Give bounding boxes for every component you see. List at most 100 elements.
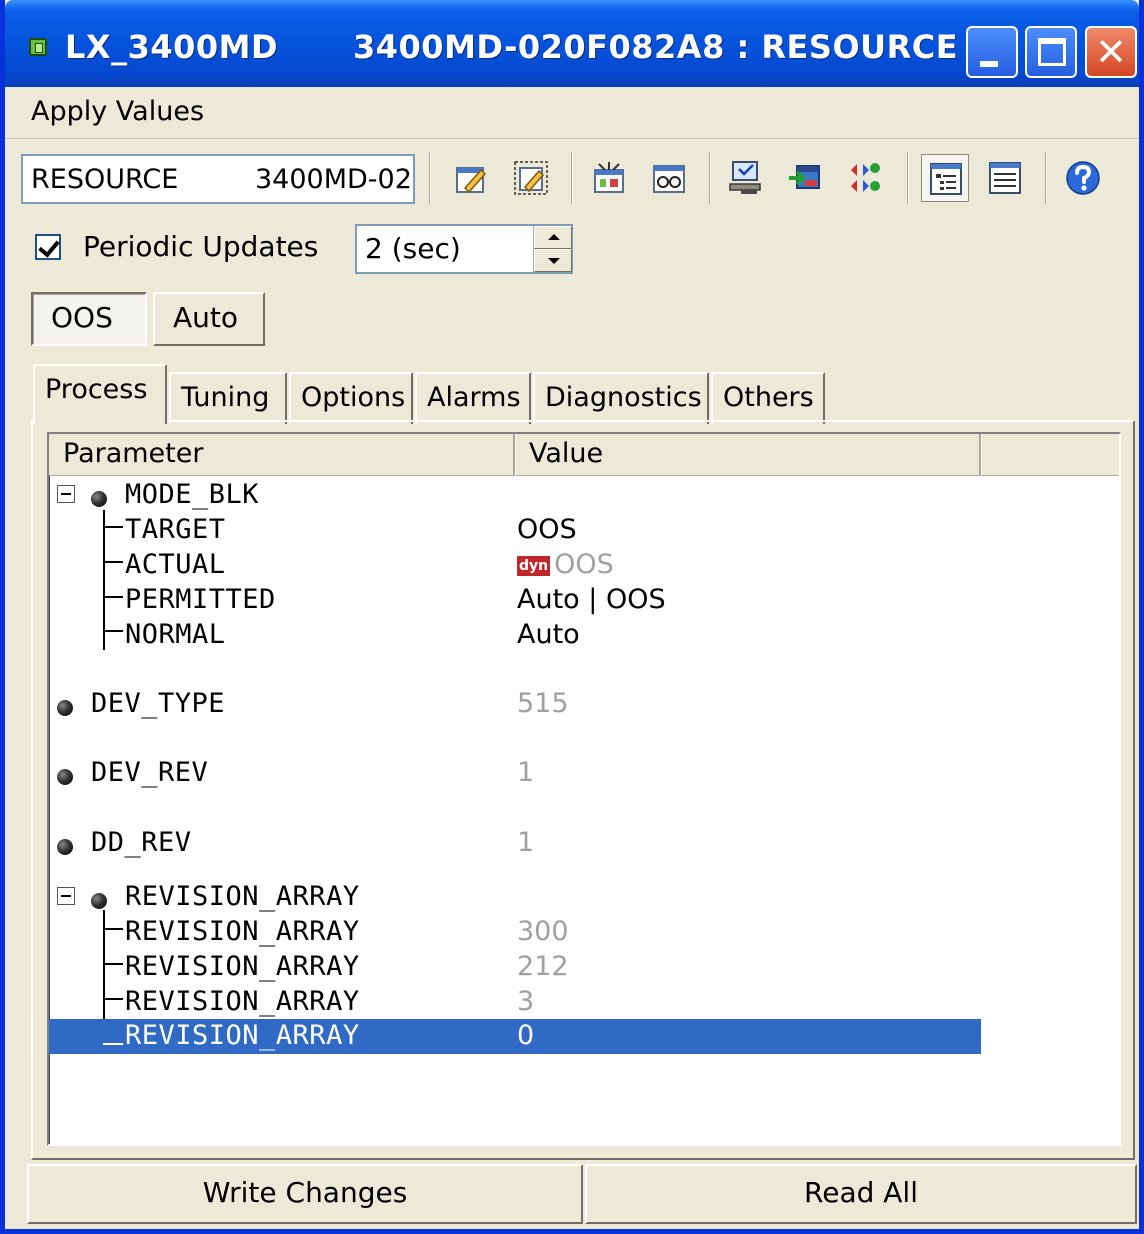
- tab-process[interactable]: Process: [33, 364, 167, 424]
- parameter-value: 212: [517, 951, 569, 982]
- collapse-icon[interactable]: [57, 887, 75, 905]
- tree-row-dev-type[interactable]: DEV_TYPE 515: [49, 687, 981, 722]
- parameter-bullet-icon: [57, 700, 73, 716]
- process-tab-panel: Parameter Value MODE_BLK TARGET OOS ACTU…: [31, 420, 1135, 1160]
- close-icon: ✕: [1095, 30, 1127, 74]
- edit-selected-button[interactable]: [507, 154, 555, 202]
- tab-options[interactable]: Options: [289, 372, 413, 424]
- tree-row-revision-array-4-selected[interactable]: REVISION_ARRAY 0: [49, 1019, 981, 1054]
- maximize-button[interactable]: [1025, 26, 1077, 78]
- tree-row-target[interactable]: TARGET OOS: [49, 513, 981, 548]
- parameter-name: NORMAL: [125, 619, 226, 650]
- parameter-value: OOS: [517, 514, 577, 545]
- block-selector-field[interactable]: RESOURCE 3400MD-02(: [21, 154, 415, 204]
- parameter-value: 300: [517, 916, 569, 947]
- view-button[interactable]: [645, 154, 693, 202]
- help-button[interactable]: [1059, 154, 1107, 202]
- tree-connector: [103, 1043, 123, 1045]
- application-window: LX_3400MD 3400MD-020F082A8 : RESOURCE ..…: [0, 0, 1144, 1234]
- spinner-buttons: [533, 226, 572, 272]
- transfer-icon: [789, 165, 820, 189]
- minimize-button[interactable]: [966, 26, 1018, 78]
- help-icon: [1066, 161, 1100, 195]
- collapse-icon[interactable]: [57, 485, 75, 503]
- tab-strip: Process Tuning Options Alarms Diagnostic…: [5, 364, 1139, 424]
- minimize-icon: [980, 61, 998, 67]
- tree-row-normal[interactable]: NORMAL Auto: [49, 618, 981, 653]
- tree-view-button[interactable]: [921, 154, 969, 202]
- periodic-updates-label: Periodic Updates: [83, 230, 319, 263]
- tab-tuning[interactable]: Tuning: [169, 372, 287, 424]
- block-view-button[interactable]: [585, 154, 633, 202]
- parameter-value: dyn OOS: [517, 549, 614, 580]
- list-view-button[interactable]: [981, 154, 1029, 202]
- column-header-value[interactable]: Value: [515, 434, 981, 476]
- parameter-name: TARGET: [125, 514, 226, 545]
- tree-row-revision-array[interactable]: REVISION_ARRAY: [49, 880, 981, 915]
- tree-row-revision-array-1[interactable]: REVISION_ARRAY 300: [49, 915, 981, 950]
- parameter-name: MODE_BLK: [125, 479, 260, 510]
- spinner-up-button[interactable]: [534, 226, 572, 249]
- app-icon: [29, 38, 47, 56]
- tab-alarms[interactable]: Alarms: [415, 372, 531, 424]
- parameter-value: Auto: [517, 619, 580, 650]
- periodic-updates-row: Periodic Updates 2 (sec): [5, 220, 1139, 282]
- parameter-tree[interactable]: Parameter Value MODE_BLK TARGET OOS ACTU…: [47, 432, 1121, 1146]
- menu-bar: Apply Values: [5, 87, 1139, 139]
- parameter-value: 1: [517, 757, 535, 788]
- menu-apply-values[interactable]: Apply Values: [31, 96, 204, 127]
- toolbar-separator: [571, 152, 573, 204]
- download-button[interactable]: [721, 154, 769, 202]
- toolbar-separator: [429, 152, 431, 204]
- parameter-name: PERMITTED: [125, 584, 276, 615]
- tree-row-revision-array-2[interactable]: REVISION_ARRAY 212: [49, 950, 981, 985]
- periodic-updates-checkbox[interactable]: [35, 234, 61, 260]
- parameter-bullet-icon: [57, 769, 73, 785]
- column-header-parameter[interactable]: Parameter: [49, 434, 515, 476]
- write-changes-button[interactable]: Write Changes: [27, 1164, 583, 1224]
- list-view-icon: [989, 162, 1021, 194]
- column-header-empty: [981, 434, 1119, 476]
- edit-button[interactable]: [447, 154, 495, 202]
- tree-row-mode-blk[interactable]: MODE_BLK: [49, 478, 981, 513]
- parameter-name: REVISION_ARRAY: [125, 951, 360, 982]
- block-name: RESOURCE: [31, 164, 179, 195]
- parameter-value: 0: [517, 1020, 535, 1051]
- actual-mode-value: OOS: [554, 549, 614, 580]
- parameter-name: DD_REV: [91, 827, 192, 858]
- tree-row-actual[interactable]: ACTUAL dyn OOS: [49, 548, 981, 583]
- spinner-down-button[interactable]: [534, 249, 572, 272]
- update-interval-value: 2 (sec): [365, 232, 461, 265]
- mode-oos-button[interactable]: OOS: [31, 292, 147, 346]
- parameter-name: DEV_TYPE: [91, 688, 226, 719]
- close-button[interactable]: ✕: [1085, 26, 1137, 78]
- glasses-icon: [653, 165, 685, 193]
- toolbar-separator: [907, 152, 909, 204]
- parameter-name: REVISION_ARRAY: [125, 986, 360, 1017]
- parameter-bullet-icon: [91, 893, 107, 909]
- tree-view-icon: [930, 163, 962, 195]
- window-title-block: 3400MD-020F082A8 : RESOURCE ...: [353, 28, 1008, 66]
- update-interval-spinner[interactable]: 2 (sec): [355, 224, 573, 274]
- block-id: 3400MD-02(: [255, 164, 415, 195]
- compare-icon: [851, 163, 880, 192]
- toolbar-separator: [1045, 152, 1047, 204]
- window-title-device: LX_3400MD: [65, 28, 279, 66]
- read-all-button[interactable]: Read All: [585, 1164, 1137, 1224]
- parameter-name: REVISION_ARRAY: [125, 881, 360, 912]
- tree-row-permitted[interactable]: PERMITTED Auto | OOS: [49, 583, 981, 618]
- toolbar: RESOURCE 3400MD-02(: [5, 140, 1139, 218]
- tree-row-revision-array-3[interactable]: REVISION_ARRAY 3: [49, 985, 981, 1020]
- parameter-value: 1: [517, 827, 535, 858]
- tab-others[interactable]: Others: [711, 372, 825, 424]
- tree-row-dd-rev[interactable]: DD_REV 1: [49, 826, 981, 861]
- compare-button[interactable]: [841, 154, 889, 202]
- tab-diagnostics[interactable]: Diagnostics: [533, 372, 709, 424]
- transfer-button[interactable]: [781, 154, 829, 202]
- title-bar[interactable]: LX_3400MD 3400MD-020F082A8 : RESOURCE ..…: [5, 0, 1139, 87]
- mode-auto-button[interactable]: Auto: [153, 292, 265, 346]
- parameter-name: REVISION_ARRAY: [125, 916, 360, 947]
- tree-row-dev-rev[interactable]: DEV_REV 1: [49, 756, 981, 791]
- parameter-bullet-icon: [57, 839, 73, 855]
- parameter-name: ACTUAL: [125, 549, 226, 580]
